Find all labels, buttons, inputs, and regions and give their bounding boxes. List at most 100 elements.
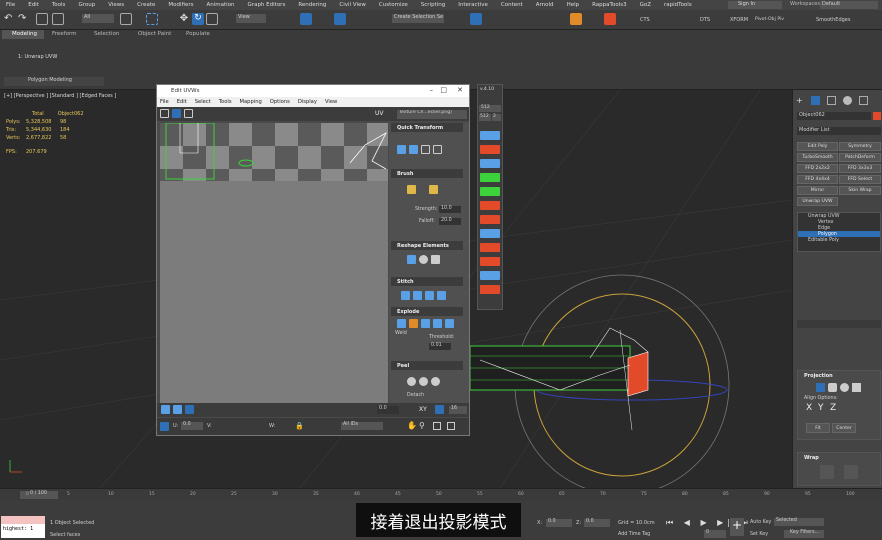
side-tool-12-icon[interactable] [480, 285, 500, 294]
modify-tab-icon[interactable] [811, 96, 820, 105]
quick-peel-icon[interactable] [407, 377, 416, 386]
sign-in-button[interactable]: Sign In [728, 1, 782, 9]
material-id-dropdown[interactable]: All IDs [341, 422, 383, 430]
detach-edge-icon[interactable] [409, 319, 418, 328]
align-y-button[interactable]: Y [818, 403, 824, 413]
vertex-mode-icon[interactable] [161, 405, 170, 414]
object-name-field[interactable]: Object062 [797, 112, 871, 120]
motion-tab-icon[interactable] [843, 96, 852, 105]
detach-checkbox-label[interactable]: Detach [407, 393, 424, 398]
cylindrical-map-icon[interactable] [828, 383, 837, 392]
cts-script-button[interactable]: CTS [640, 17, 650, 23]
edge-mode-icon[interactable] [173, 405, 182, 414]
falloff-spinner[interactable]: 20.0 [439, 218, 461, 225]
side-tool-3-icon[interactable] [480, 159, 500, 168]
side-tool-1-icon[interactable] [480, 131, 500, 140]
texture-dropdown[interactable]: Texture Ch...ecker.png) [397, 110, 467, 119]
menu-create[interactable]: Create [137, 2, 155, 8]
lock-icon[interactable]: 🔒 [295, 422, 304, 430]
explode-header[interactable]: Explode [391, 307, 463, 316]
side-tool-7-icon[interactable] [480, 215, 500, 224]
quick-transform-header[interactable]: Quick Transform [391, 123, 463, 132]
select-object-icon[interactable] [120, 13, 132, 25]
symmetry-button[interactable]: Symmetry [839, 142, 881, 151]
zoom-spinner[interactable]: 16 [449, 406, 467, 414]
align-z-button[interactable]: Z [830, 403, 836, 413]
flatten-custom-icon[interactable] [445, 319, 454, 328]
stack-editable-poly[interactable]: Editable Poly [798, 237, 880, 243]
zoom-region-icon[interactable] [447, 422, 455, 430]
stitch-to-source-icon[interactable] [425, 291, 434, 300]
flatten-by-material-icon[interactable] [433, 319, 442, 328]
modifier-list-dropdown[interactable]: Modifier List [797, 127, 881, 135]
move-icon[interactable]: ✥ [178, 13, 190, 25]
ffd-4x4x4-button[interactable]: FFD 4x4x4 [797, 175, 838, 184]
uv-scale-icon[interactable] [184, 109, 193, 118]
menu-interactive[interactable]: Interactive [458, 2, 488, 8]
turbosmooth-button[interactable]: TurboSmooth [797, 153, 838, 162]
absolute-mode-icon[interactable] [160, 422, 169, 431]
texture-size-c[interactable]: 2 [492, 114, 501, 121]
strength-spinner[interactable]: 10.0 [439, 206, 461, 213]
peel-mode-icon[interactable] [419, 377, 428, 386]
set-key-button[interactable]: Set Key [750, 532, 768, 537]
tab-freeform[interactable]: Freeform [52, 31, 77, 37]
menu-rendering[interactable]: Rendering [298, 2, 326, 8]
menu-customize[interactable]: Customize [379, 2, 408, 8]
tab-modeling[interactable]: Modeling [12, 31, 37, 37]
u-spinner[interactable]: 0.0 [181, 422, 203, 430]
angle-snap-icon[interactable] [334, 13, 346, 25]
rotate-icon[interactable]: ↻ [192, 13, 204, 25]
uvw-menu-mapping[interactable]: Mapping [240, 99, 262, 105]
hierarchy-tab-icon[interactable] [827, 96, 836, 105]
edit-poly-button[interactable]: Edit Poly [797, 142, 838, 151]
unlink-icon[interactable] [52, 13, 64, 25]
projection-header[interactable]: Projection [798, 371, 880, 379]
wrap-to-surface-2-icon[interactable] [844, 465, 858, 479]
create-tab-icon[interactable]: + [796, 96, 803, 105]
texture-size-a[interactable]: 512 [479, 105, 501, 112]
uvw-menu-file[interactable]: File [160, 99, 169, 105]
menu-content[interactable]: Content [501, 2, 523, 8]
render-frame-icon[interactable] [604, 13, 616, 25]
menu-graph-editors[interactable]: Graph Editors [248, 2, 286, 8]
brush-header[interactable]: Brush [391, 169, 463, 178]
menu-civil-view[interactable]: Civil View [339, 2, 365, 8]
object-color-swatch[interactable] [873, 112, 881, 120]
uvw-menu-edit[interactable]: Edit [177, 99, 187, 105]
rotate-minus-90-icon[interactable] [433, 145, 442, 154]
menu-tools[interactable]: Tools [52, 2, 66, 8]
reset-peel-icon[interactable] [431, 377, 440, 386]
reference-coordinate-dropdown[interactable]: View [236, 14, 266, 23]
texture-size-b[interactable]: 512 [479, 114, 491, 121]
layer-explorer-icon[interactable] [470, 13, 482, 25]
wrap-to-surface-icon[interactable] [820, 465, 834, 479]
planar-map-icon[interactable] [816, 383, 825, 392]
menu-help[interactable]: Help [567, 2, 580, 8]
menu-group[interactable]: Group [78, 2, 95, 8]
uv-move-icon[interactable] [160, 109, 169, 118]
side-tool-6-icon[interactable] [480, 201, 500, 210]
add-time-tag[interactable]: Add Time Tag [618, 532, 650, 537]
display-tab-icon[interactable] [859, 96, 868, 105]
stitch-average-icon[interactable] [413, 291, 422, 300]
rotate-90-icon[interactable] [421, 145, 430, 154]
side-tool-9-icon[interactable] [480, 243, 500, 252]
threshold-spinner[interactable]: 0.01 [429, 343, 451, 350]
set-key-icon[interactable]: + [730, 518, 744, 536]
stitch-to-target-icon[interactable] [401, 291, 410, 300]
key-filters-button[interactable]: Key Filters... [784, 530, 824, 538]
relax-brush-icon[interactable] [429, 185, 438, 194]
center-button[interactable]: Center [832, 423, 856, 433]
spherical-map-icon[interactable] [840, 383, 849, 392]
workspace-dropdown[interactable]: Default [820, 1, 878, 9]
stitch-custom-icon[interactable] [437, 291, 446, 300]
viewport-label[interactable]: [+] [Perspective ] [Standard ] [Edged Fa… [4, 93, 116, 99]
menu-views[interactable]: Views [108, 2, 124, 8]
rectangle-select-icon[interactable] [146, 13, 158, 25]
skin-wrap-button[interactable]: Skin Wrap [839, 186, 881, 195]
wrap-header[interactable]: Wrap [798, 453, 880, 461]
side-tool-8-icon[interactable] [480, 229, 500, 238]
side-tool-2-icon[interactable] [480, 145, 500, 154]
straighten-icon[interactable] [407, 255, 416, 264]
